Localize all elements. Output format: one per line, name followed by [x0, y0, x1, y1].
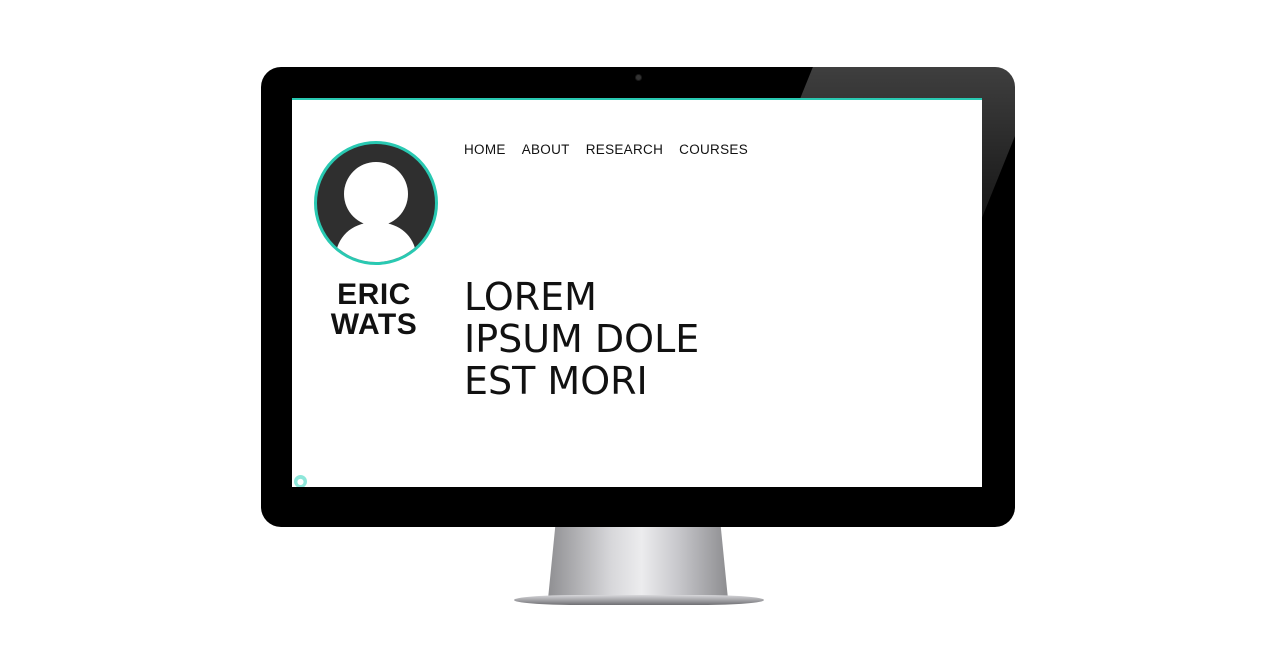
- monitor-stand-base: [514, 595, 764, 605]
- hero-line-1: LOREM: [464, 275, 597, 319]
- nav-home-link[interactable]: HOME: [464, 142, 506, 157]
- avatar: [314, 141, 438, 265]
- profile-name: ERIC WATS: [312, 280, 436, 340]
- camera-dot: [636, 75, 641, 80]
- nav-about-link[interactable]: ABOUT: [522, 142, 570, 157]
- nav-courses-link[interactable]: COURSES: [679, 142, 748, 157]
- browser-screen: ERIC WATS HOME ABOUT RESEARCH COURSES LO…: [292, 98, 982, 487]
- hero-line-2: IPSUM DOLE: [464, 317, 700, 361]
- top-navigation: HOME ABOUT RESEARCH COURSES: [464, 142, 748, 157]
- profile-last-name: WATS: [330, 308, 418, 341]
- user-silhouette-icon: [335, 162, 417, 262]
- hero-heading: LOREM IPSUM DOLE EST MORI: [464, 276, 699, 402]
- hero-line-3: EST MORI: [464, 359, 648, 403]
- profile-first-name: ERIC: [337, 278, 411, 311]
- monitor-frame: ERIC WATS HOME ABOUT RESEARCH COURSES LO…: [261, 67, 1015, 527]
- nav-research-link[interactable]: RESEARCH: [586, 142, 663, 157]
- monitor-stand-neck: [548, 527, 728, 599]
- help-bubble-icon[interactable]: ●: [294, 475, 307, 487]
